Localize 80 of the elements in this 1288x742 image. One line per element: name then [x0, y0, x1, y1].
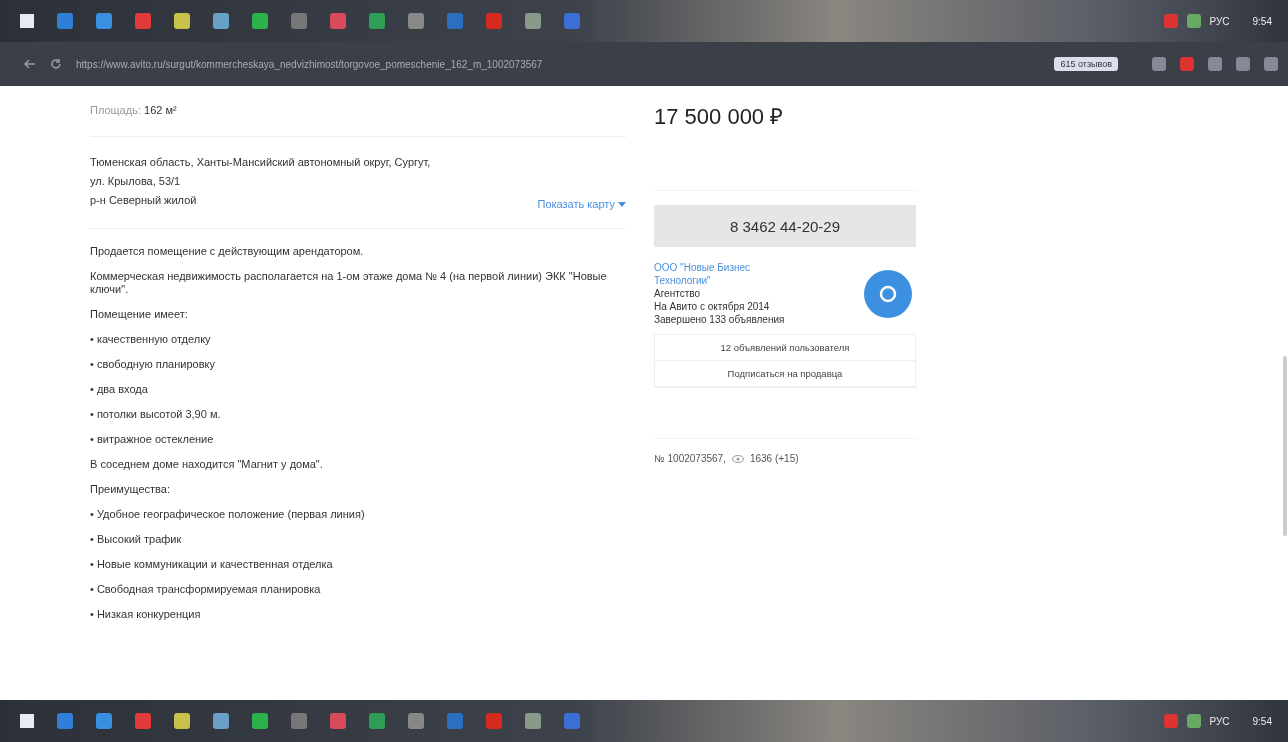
app-icon[interactable]: [486, 13, 502, 29]
area-value: 162 м²: [144, 104, 177, 116]
reviews-badge[interactable]: 615 отзывов: [1054, 57, 1118, 71]
start-icon[interactable]: [20, 14, 34, 28]
seller-name-link[interactable]: ООО "Новые Бизнес Технологии": [654, 261, 804, 287]
area-label: Площадь:: [90, 104, 141, 116]
toolbar-icon[interactable]: [1264, 57, 1278, 71]
app-icon[interactable]: [525, 713, 541, 729]
app-icon[interactable]: [96, 13, 112, 29]
toolbar-icon[interactable]: [1152, 57, 1166, 71]
app-icon[interactable]: [57, 13, 73, 29]
view-count: 1636 (+15): [749, 453, 799, 464]
clock[interactable]: 9:54: [1252, 715, 1272, 727]
seller-avatar-icon: [864, 269, 912, 318]
app-icon[interactable]: [252, 713, 268, 729]
toolbar-icon[interactable]: [1236, 57, 1250, 71]
address-field[interactable]: https://www.avito.ru/surgut/kommercheskaya_nedvizhimost/torgovoe_pomeschenie_162_m_1002073567: [76, 58, 1041, 70]
toolbar-icon[interactable]: [1180, 57, 1194, 71]
app-icon[interactable]: [369, 713, 385, 729]
tray-icon[interactable]: [1163, 714, 1178, 728]
price: 17 500 000 ₽: [654, 86, 916, 191]
app-icon[interactable]: [369, 13, 385, 29]
app-icon[interactable]: [447, 13, 463, 29]
scrollbar[interactable]: [1283, 356, 1287, 536]
description-line: • Низкая конкуренция: [90, 607, 202, 622]
address-line: Тюменская область, Ханты-Мансийский автономный округ, Сургут,: [90, 155, 431, 170]
app-icon[interactable]: [486, 713, 502, 729]
clock[interactable]: 9:54: [1252, 15, 1272, 27]
description-line: • два входа: [90, 382, 149, 397]
description-line: Коммерческая недвижимость располагается на 1-ом этаже дома № 4 (на первой линии) ЭКК "Новые ключи".: [90, 269, 608, 297]
app-icon[interactable]: [174, 13, 190, 29]
description-line: • Высокий трафик: [90, 532, 183, 547]
show-map-link[interactable]: Показать карту: [537, 198, 615, 210]
app-icon[interactable]: [135, 713, 151, 729]
description-line: • Новые коммуникации и качественная отделка: [90, 557, 334, 572]
description-line: • качественную отделку: [90, 332, 212, 347]
ad-number: № 1002073567,: [654, 453, 726, 464]
address-line: р-н Северный жилой: [90, 193, 198, 208]
app-icon[interactable]: [96, 713, 112, 729]
address-line: ул. Крылова, 53/1: [90, 174, 182, 189]
language-indicator[interactable]: РУС: [1209, 15, 1230, 27]
app-icon[interactable]: [213, 13, 229, 29]
caret-icon: [618, 201, 626, 207]
app-icon[interactable]: [564, 713, 580, 729]
tray-icon[interactable]: [1186, 714, 1201, 728]
tray-icon[interactable]: [1186, 14, 1201, 28]
start-icon[interactable]: [20, 714, 34, 728]
app-icon[interactable]: [330, 713, 346, 729]
description-line: • Свободная трансформируемая планировка: [90, 582, 322, 597]
language-indicator[interactable]: РУС: [1209, 715, 1230, 727]
description-line: • витражное остекление: [90, 432, 215, 447]
reload-icon[interactable]: [50, 58, 62, 70]
description-line: • Удобное географическое положение (первая линия): [90, 507, 366, 522]
app-icon[interactable]: [525, 13, 541, 29]
app-icon[interactable]: [135, 13, 151, 29]
description-line: Помещение имеет:: [90, 307, 189, 322]
description-line: • свободную планировку: [90, 357, 216, 372]
eye-icon: [731, 454, 744, 463]
toolbar-icon[interactable]: [1208, 57, 1222, 71]
seller-completed: Завершено 133 объявления: [654, 313, 786, 326]
app-icon[interactable]: [252, 13, 268, 29]
phone-button[interactable]: 8 3462 44-20-29: [654, 205, 916, 247]
tray-icon[interactable]: [1163, 14, 1178, 28]
app-icon[interactable]: [213, 713, 229, 729]
app-icon[interactable]: [408, 713, 424, 729]
seller-since: На Авито с октября 2014: [654, 300, 771, 313]
back-icon[interactable]: [24, 59, 36, 69]
description-line: В соседнем доме находится "Магнит у дома".: [90, 457, 324, 472]
description-line: • потолки высотой 3,90 м.: [90, 407, 222, 422]
description-line: Продается помещение с действующим арендатором.: [90, 244, 365, 259]
app-icon[interactable]: [408, 13, 424, 29]
app-icon[interactable]: [564, 13, 580, 29]
app-icon[interactable]: [174, 713, 190, 729]
app-icon[interactable]: [57, 713, 73, 729]
app-icon[interactable]: [330, 13, 346, 29]
description-line: Преимущества:: [90, 482, 171, 497]
app-icon[interactable]: [291, 713, 307, 729]
app-icon[interactable]: [447, 713, 463, 729]
app-icon[interactable]: [291, 13, 307, 29]
seller-type: Агентство: [654, 287, 701, 300]
